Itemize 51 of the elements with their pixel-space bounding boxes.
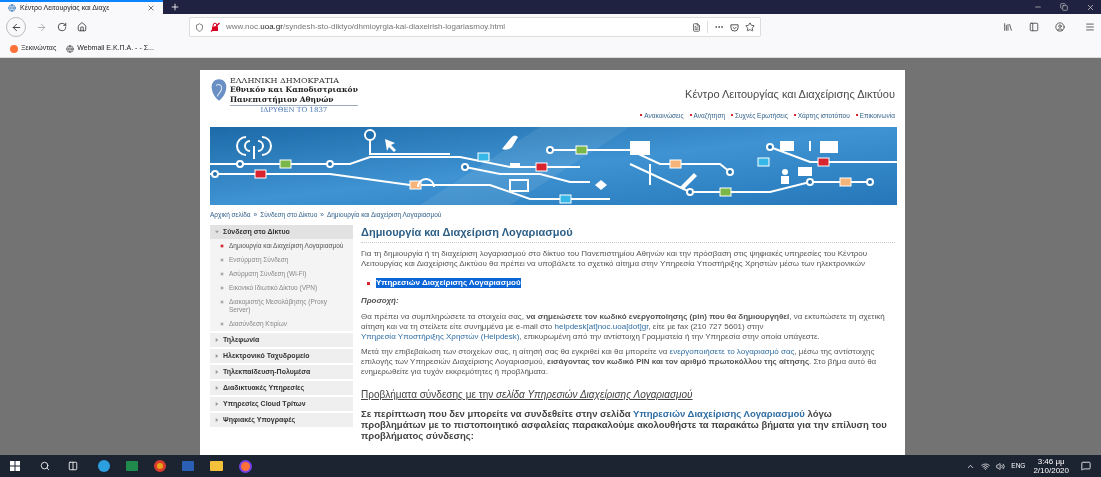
reader-view-icon[interactable] (692, 22, 701, 32)
bullet-icon (367, 281, 370, 285)
caret-right-icon (215, 418, 219, 422)
task-view-icon[interactable] (68, 461, 78, 471)
bullet-icon (220, 272, 224, 276)
library-icon[interactable] (1003, 22, 1013, 32)
sidebar-icon[interactable] (1029, 22, 1039, 32)
new-tab-icon[interactable] (170, 2, 180, 12)
back-arrow-icon (10, 21, 22, 33)
bullet-icon (220, 258, 224, 262)
paragraph: Μετά την επιβεβαίωση των στοιχείων σας, η αίτησή σας θα εγκριθεί και θα μπορείτε να ενεργοποιήσετε το λογαριασμό σας, μέσω της αντίστοιχης επιλογής των Υπηρεσιών Διαχείρισης Λογαριασμού, εισάγοντας τον κωδικό PIN και τον αριθμό πρωτοκόλλου της αίτησης. Στο βήμα αυτό θα ενημερωθείτε για τυχόν εκκρεμότητες ή προβλήματα. (361, 347, 878, 377)
restore-icon[interactable] (1060, 3, 1068, 11)
speaker-icon[interactable] (996, 461, 1006, 471)
closing-paragraph: Σε περίπτωση που δεν μπορείτε να συνδεθείτε στην σελίδα Υπηρεσιών Διαχείρισης Λογαριασμού λόγω προβλημάτων με το πιστοποιητικό ασφαλείας παρακαλούμε ακολουθήστε τα παρακάτω βήματα για την επίλυση του προβλήματος σύνδεσης: (361, 408, 888, 441)
pocket-icon[interactable] (730, 22, 739, 32)
insecure-lock-icon[interactable] (210, 22, 220, 32)
link[interactable]: Υπηρεσιών Διαχείρισης Λογαριασμού (376, 278, 521, 288)
caret-right-icon (215, 338, 219, 342)
globe-icon (66, 44, 75, 53)
link[interactable]: Υπηρεσιών Διαχείρισης Λογαριασμού (633, 408, 805, 419)
caret-right-icon (215, 370, 219, 374)
caret-right-icon (215, 402, 219, 406)
bullet-icon (220, 244, 224, 248)
url-field[interactable]: www.noc.uoa.gr/syndesh-sto-diktyo/dhmioyrgia-kai-diaxeirish-logariasmoy.html (189, 17, 761, 37)
paragraph: Θα πρέπει να συμπληρώσετε τα στοιχεία σας, να σημειώσετε τον κωδικό ενεργοποίησης (pin) που θα δημιουργηθεί, να εκτυπώσετε τη σχετική αίτηση και να τη στείλετε είτε συνημμένα με e-mail στο helpdesk[at]noc.uoa[dot]gr, είτε με fax (210 727 5601) στην Υπηρεσία Υποστήριξης Χρηστών (Helpdesk), επικυρωμένη από την αντίστοιχη Γραμματεία ή την Υπηρεσία στην οποία υπάγεστε. (361, 312, 886, 342)
site-icon (8, 4, 16, 12)
bullet-icon (220, 300, 224, 304)
site-title: Κέντρο Λειτουργίας και Διαχείρισης Δικτύου (685, 87, 895, 102)
search-icon[interactable] (40, 461, 50, 471)
close-icon[interactable] (1086, 2, 1095, 12)
shield-icon[interactable] (195, 22, 204, 32)
account-icon[interactable] (1055, 22, 1065, 32)
bullet-icon (220, 286, 224, 290)
bullet-icon (220, 322, 224, 326)
windows-logo-icon[interactable] (10, 461, 20, 471)
url-text: www.noc.uoa.gr/syndesh-sto-diktyo/dhmioyrgia-kai-diaxeirish-logariasmoy.html (226, 21, 507, 33)
reload-icon[interactable] (57, 22, 67, 32)
logo-country-text: ΕΛΛΗΝΙΚΗ ΔΗΜΟΚΡΑΤΙΑ (230, 76, 340, 85)
close-icon[interactable] (147, 4, 155, 12)
intro-paragraph: Για τη δημιουργία ή τη διαχείριση λογαριασμού στο δίκτυο του Πανεπιστημίου Αθηνών και την πρόσβαση στις ψηφιακές υπηρεσίες του Κέντρου Λειτουργίας και Διαχείρισης Δικτύου θα πρέπει να υποβάλετε το σχετικό αίτημα στην Υπηρεσία Υποστήριξης Χρηστών μέσω των ηλεκτρονικών (361, 249, 869, 269)
notifications-icon[interactable] (1081, 461, 1091, 471)
notice-label: Προσοχή: (361, 296, 400, 306)
section-heading: Προβλήματα σύνδεσης με την σελίδα Υπηρεσιών Διαχείρισης Λογαριασμού (361, 389, 694, 401)
caret-down-icon (215, 230, 219, 234)
clock[interactable]: 3:46 μμ 2/10/2020 (1033, 457, 1069, 475)
network-icon[interactable] (981, 461, 991, 471)
page-heading: Δημιουργία και Διαχείριση Λογαριασμού (361, 225, 895, 243)
caret-right-icon (215, 386, 219, 390)
home-icon[interactable] (77, 22, 87, 32)
bookmark-star-icon[interactable] (745, 22, 755, 32)
caret-right-icon (215, 354, 219, 358)
